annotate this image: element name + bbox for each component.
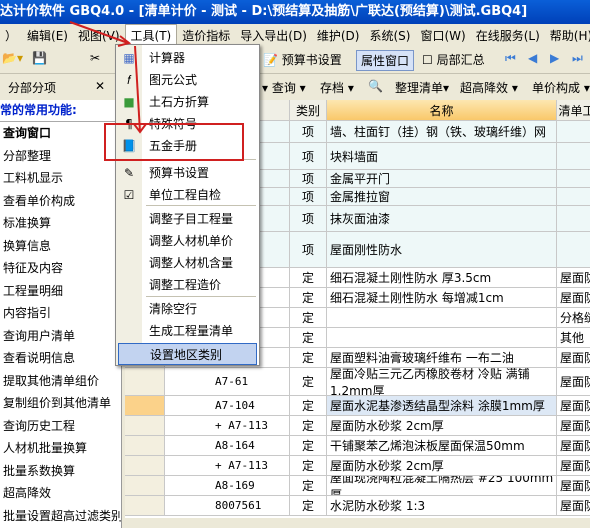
annotation-overlay	[69, 21, 244, 161]
arrow-line-down	[134, 45, 141, 133]
highlight-box	[104, 123, 244, 161]
arrow-line	[69, 21, 129, 44]
